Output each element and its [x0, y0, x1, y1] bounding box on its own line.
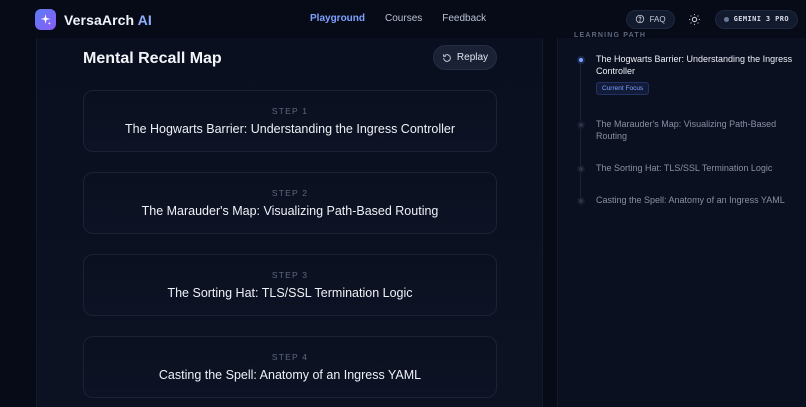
path-item-label: The Marauder's Map: Visualizing Path-Bas… — [596, 119, 777, 141]
header-controls: FAQ GEMINI 3 PRO — [625, 9, 798, 29]
brand-name: VersaArch AI — [64, 11, 152, 28]
step-label: STEP 2 — [271, 188, 309, 198]
path-item-label: The Sorting Hat: TLS/SSL Termination Log… — [596, 163, 773, 173]
step-title: Casting the Spell: Anatomy of an Ingress… — [158, 368, 422, 382]
replay-label: Replay — [456, 52, 489, 63]
step-title: The Hogwarts Barrier: Understanding the … — [124, 122, 455, 136]
path-dot — [577, 121, 585, 129]
path-dot — [577, 56, 585, 64]
sparkle-icon — [35, 9, 56, 30]
step-card-4[interactable]: STEP 4 Casting the Spell: Anatomy of an … — [83, 336, 497, 398]
step-label: STEP 4 — [271, 352, 309, 362]
faq-button[interactable]: FAQ — [625, 9, 675, 29]
step-label: STEP 1 — [271, 106, 309, 116]
step-label: STEP 3 — [271, 270, 309, 280]
nav-playground[interactable]: Playground — [310, 13, 365, 24]
path-connector — [580, 60, 581, 200]
top-nav-bar: VersaArch AI Playground Courses Feedback… — [0, 0, 806, 38]
page-title: Mental Recall Map — [83, 50, 222, 67]
learning-path-sidebar: LEARNING PATH The Hogwarts Barrier: Unde… — [557, 32, 806, 407]
recall-map-panel: Mental Recall Map Replay STEP 1 The Hogw… — [36, 38, 543, 407]
model-status-dot — [723, 16, 729, 22]
replay-button[interactable]: Replay — [433, 45, 497, 70]
help-circle-icon — [635, 14, 644, 24]
path-item-label: The Hogwarts Barrier: Understanding the … — [596, 54, 793, 76]
nav-feedback[interactable]: Feedback — [442, 13, 486, 24]
path-dot — [577, 197, 585, 205]
brand[interactable]: VersaArch AI — [35, 9, 152, 30]
step-title: The Sorting Hat: TLS/SSL Termination Log… — [167, 286, 413, 300]
sun-icon — [689, 13, 701, 25]
path-item-label: Casting the Spell: Anatomy of an Ingress… — [596, 195, 785, 205]
main-nav: Playground Courses Feedback — [310, 13, 486, 24]
faq-label: FAQ — [649, 14, 666, 24]
brand-suffix: AI — [137, 11, 152, 28]
step-card-2[interactable]: STEP 2 The Marauder's Map: Visualizing P… — [83, 172, 497, 234]
step-title: The Marauder's Map: Visualizing Path-Bas… — [141, 204, 439, 218]
nav-courses[interactable]: Courses — [385, 13, 422, 24]
step-card-1[interactable]: STEP 1 The Hogwarts Barrier: Understandi… — [83, 90, 497, 152]
path-dot — [577, 165, 585, 173]
model-selector[interactable]: GEMINI 3 PRO — [714, 9, 798, 29]
rewind-icon — [443, 53, 451, 62]
step-card-3[interactable]: STEP 3 The Sorting Hat: TLS/SSL Terminat… — [83, 254, 497, 316]
status-badge: Current Focus — [596, 82, 650, 95]
model-label: GEMINI 3 PRO — [733, 15, 789, 23]
theme-toggle-button[interactable] — [685, 9, 705, 29]
sidebar-heading: LEARNING PATH — [574, 32, 647, 39]
